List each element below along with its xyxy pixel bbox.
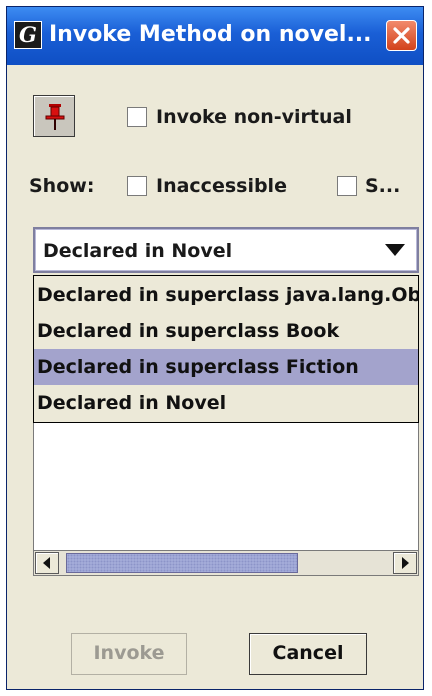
show-label: Show: [29,175,95,197]
scroll-right-button[interactable] [393,552,417,574]
third-option-label: S... [365,175,401,197]
invoke-method-dialog: G Invoke Method on novel... Invoke non-v… [6,6,424,690]
pushpin-icon [45,104,65,130]
combobox-selected-value: Declared in Novel [43,240,233,262]
scroll-left-button[interactable] [35,552,59,574]
app-g-icon: G [14,21,42,49]
invoke-nonvirtual-label: Invoke non-virtual [156,106,352,128]
scrollbar-thumb[interactable] [66,553,298,573]
third-option-checkbox[interactable] [337,176,357,196]
inaccessible-checkbox[interactable] [127,176,147,196]
title-bar[interactable]: G Invoke Method on novel... [7,7,423,65]
close-button[interactable] [386,20,417,51]
method-list[interactable] [33,423,419,550]
invoke-button[interactable]: Invoke [71,633,187,675]
scroll-left-icon [43,557,50,569]
declared-in-combobox[interactable]: Declared in Novel [33,227,419,273]
declared-in-dropdown-list: Declared in superclass java.lang.Object … [33,275,419,423]
scroll-right-icon [402,557,409,569]
dropdown-option-book[interactable]: Declared in superclass Book [34,313,418,349]
dropdown-option-novel[interactable]: Declared in Novel [34,385,418,421]
invoke-nonvirtual-checkbox[interactable] [127,107,147,127]
window-title: Invoke Method on novel... [49,22,372,47]
dropdown-option-object[interactable]: Declared in superclass java.lang.Object [34,277,418,313]
dropdown-option-fiction[interactable]: Declared in superclass Fiction [34,349,418,385]
close-icon [393,27,410,44]
horizontal-scrollbar[interactable] [33,550,419,576]
inaccessible-label: Inaccessible [156,175,287,197]
dropdown-arrow-icon[interactable] [385,244,405,256]
cancel-button[interactable]: Cancel [249,633,367,675]
pin-toggle-button[interactable] [33,95,75,137]
